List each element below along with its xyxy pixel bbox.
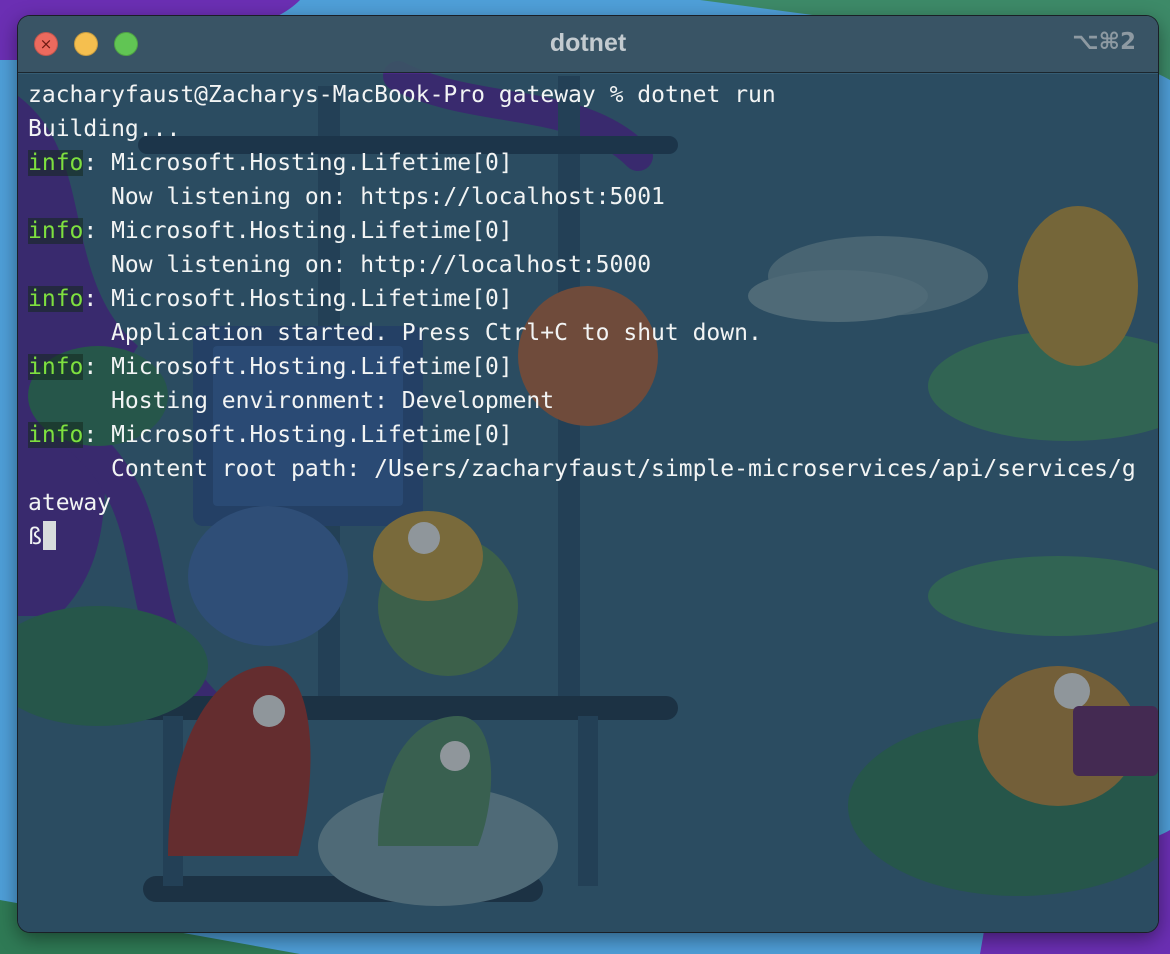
- wrapped-line: ateway: [28, 490, 112, 516]
- log-source: : Microsoft.Hosting.Lifetime[0]: [83, 150, 513, 176]
- info-tag: info: [28, 218, 84, 244]
- log-source: : Microsoft.Hosting.Lifetime[0]: [83, 218, 513, 244]
- log-header-line: info: Microsoft.Hosting.Lifetime[0]: [28, 418, 1154, 452]
- info-tag: info: [28, 286, 84, 312]
- log-source: : Microsoft.Hosting.Lifetime[0]: [83, 354, 513, 380]
- window-title: dotnet: [549, 29, 627, 57]
- log-header-line: info: Microsoft.Hosting.Lifetime[0]: [28, 282, 1154, 316]
- log-message: Content root path: /Users/zacharyfaust/s…: [111, 456, 1136, 482]
- log-source: : Microsoft.Hosting.Lifetime[0]: [83, 286, 513, 312]
- log-header-line: info: Microsoft.Hosting.Lifetime[0]: [28, 214, 1154, 248]
- log-message: Now listening on: http://localhost:5000: [111, 252, 652, 278]
- terminal-output[interactable]: zacharyfaust@Zacharys-MacBook-Pro gatewa…: [28, 78, 1154, 554]
- log-header-line: info: Microsoft.Hosting.Lifetime[0]: [28, 146, 1154, 180]
- info-tag: info: [28, 422, 84, 448]
- log-source: : Microsoft.Hosting.Lifetime[0]: [83, 422, 513, 448]
- log-message: Hosting environment: Development: [111, 388, 555, 414]
- building-line: Building...: [28, 116, 181, 142]
- title-bar[interactable]: × dotnet ⌥⌘2: [18, 16, 1158, 73]
- input-line[interactable]: ß: [28, 520, 1154, 554]
- window-shortcut-label: ⌥⌘2: [1072, 29, 1136, 55]
- desktop-wallpaper: × dotnet ⌥⌘2 zacharyfaust@Zacharys-MacBo…: [0, 0, 1170, 954]
- log-message: Application started. Press Ctrl+C to shu…: [111, 320, 762, 346]
- log-message: Now listening on: https://localhost:5001: [111, 184, 665, 210]
- text-cursor: [42, 521, 56, 550]
- info-tag: info: [28, 354, 84, 380]
- input-text: ß: [28, 524, 42, 550]
- prompt-line: zacharyfaust@Zacharys-MacBook-Pro gatewa…: [28, 82, 776, 108]
- info-tag: info: [28, 150, 84, 176]
- log-header-line: info: Microsoft.Hosting.Lifetime[0]: [28, 350, 1154, 384]
- terminal-window[interactable]: × dotnet ⌥⌘2 zacharyfaust@Zacharys-MacBo…: [18, 16, 1158, 932]
